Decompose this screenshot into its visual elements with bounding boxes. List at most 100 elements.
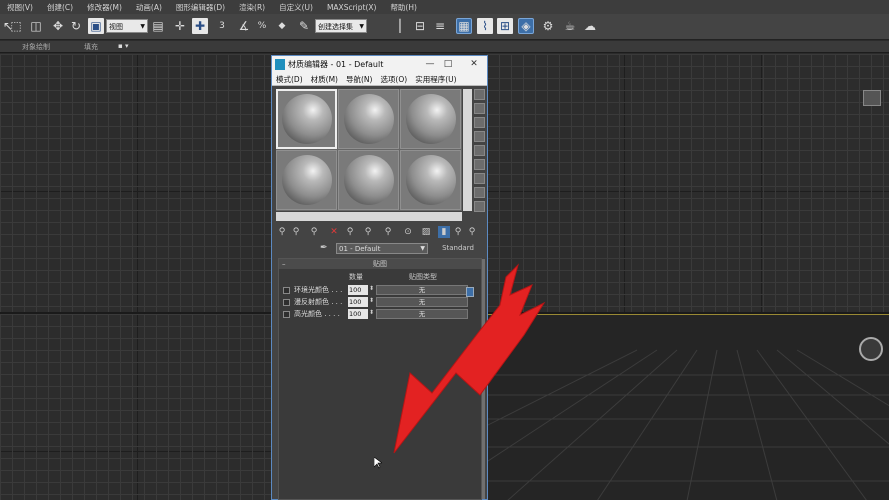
viewport-perspective[interactable] bbox=[487, 314, 889, 500]
dialog-titlebar[interactable]: 材质编辑器 - 01 - Default — □ ✕ bbox=[272, 56, 487, 73]
keyboard-shortcut-icon[interactable]: ✚ bbox=[192, 18, 208, 34]
viewcube-icon[interactable] bbox=[863, 90, 881, 106]
angle-snap-icon[interactable]: ∡ bbox=[236, 18, 252, 34]
menu-graph-editors[interactable]: 图形编辑器(D) bbox=[169, 2, 232, 13]
sample-slot[interactable] bbox=[338, 150, 399, 210]
material-tools-row: ⚲ ⚲ ⚲ ✕ ⚲ ⚲ ⚲ ⊙ ▨ ▮ ⚲ ⚲ bbox=[276, 226, 486, 240]
sample-slot[interactable] bbox=[338, 89, 399, 149]
menu-maxscript[interactable]: MAXScript(X) bbox=[320, 3, 383, 12]
spinner-snap-icon[interactable]: ◆ bbox=[274, 18, 290, 34]
select-by-material-icon[interactable] bbox=[474, 187, 485, 198]
snap-3d-icon[interactable]: 3 bbox=[214, 18, 230, 34]
map-amount-input[interactable]: 100 bbox=[348, 309, 368, 319]
material-editor-icon[interactable]: ◈ bbox=[518, 18, 534, 34]
backlight-icon[interactable] bbox=[474, 103, 485, 114]
menu-create[interactable]: 创建(C) bbox=[40, 2, 80, 13]
eyedropper-icon[interactable]: ✒ bbox=[320, 243, 328, 253]
sample-slot[interactable] bbox=[400, 150, 461, 210]
assign-to-selection-icon[interactable]: ⚲ bbox=[308, 226, 320, 238]
map-enable-checkbox[interactable] bbox=[283, 287, 290, 294]
minimize-icon[interactable]: — bbox=[422, 56, 438, 73]
schematic-view-icon[interactable]: ⊞ bbox=[497, 18, 513, 34]
spinner-icon[interactable]: ⬍ bbox=[369, 297, 374, 304]
menu-view[interactable]: 视图(V) bbox=[0, 2, 40, 13]
menu-rendering[interactable]: 渲染(R) bbox=[232, 2, 272, 13]
sample-slot[interactable] bbox=[276, 150, 337, 210]
material-name-field[interactable]: 01 - Default ▼ bbox=[336, 243, 428, 254]
video-color-check-icon[interactable] bbox=[474, 145, 485, 156]
sample-type-icon[interactable] bbox=[474, 89, 485, 100]
edit-named-sets-icon[interactable]: ✎ bbox=[296, 18, 312, 34]
show-end-result-icon[interactable]: ▮ bbox=[438, 226, 450, 238]
rect-select-icon[interactable]: ⬚ bbox=[8, 18, 24, 34]
select-manipulate-icon[interactable]: ✛ bbox=[172, 18, 188, 34]
reset-map-icon[interactable]: ✕ bbox=[328, 226, 340, 238]
make-unique-icon[interactable]: ⚲ bbox=[362, 226, 374, 238]
map-enable-checkbox[interactable] bbox=[283, 299, 290, 306]
curve-editor-icon[interactable]: ⌇ bbox=[477, 18, 493, 34]
map-slot-button[interactable]: 无 bbox=[376, 309, 468, 319]
dialog-menu-options[interactable]: 选项(O) bbox=[376, 74, 411, 85]
map-slot-button[interactable]: 无 bbox=[376, 297, 468, 307]
map-amount-input[interactable]: 100 bbox=[348, 285, 368, 295]
ribbon-toggle-icon[interactable]: ▪ ▾ bbox=[118, 42, 128, 50]
options-icon[interactable] bbox=[474, 173, 485, 184]
window-crossing-icon[interactable]: ◫ bbox=[28, 18, 44, 34]
get-material-icon[interactable]: ⚲ bbox=[276, 226, 288, 238]
show-in-viewport-icon[interactable]: ▨ bbox=[420, 226, 432, 238]
map-slot-button[interactable]: 无 bbox=[376, 285, 468, 295]
scene-explorer-icon[interactable]: ▦ bbox=[456, 18, 472, 34]
menu-animation[interactable]: 动画(A) bbox=[129, 2, 169, 13]
dialog-menu-modes[interactable]: 模式(D) bbox=[272, 74, 307, 85]
background-icon[interactable] bbox=[474, 117, 485, 128]
viewport-top[interactable] bbox=[0, 54, 271, 312]
material-type-button[interactable]: Standard bbox=[434, 243, 482, 254]
move-icon[interactable]: ✥ bbox=[50, 18, 66, 34]
uv-tiling-icon[interactable] bbox=[474, 131, 485, 142]
rotate-icon[interactable]: ↻ bbox=[68, 18, 84, 34]
go-forward-sibling-icon[interactable]: ⚲ bbox=[466, 226, 478, 238]
spinner-icon[interactable]: ⬍ bbox=[369, 285, 374, 292]
material-navigator-icon[interactable] bbox=[474, 201, 485, 212]
map-enable-checkbox[interactable] bbox=[283, 311, 290, 318]
menu-modifiers[interactable]: 修改器(M) bbox=[80, 2, 129, 13]
go-to-parent-icon[interactable]: ⚲ bbox=[452, 226, 464, 238]
named-selection-set[interactable]: 创建选择集 ▼ bbox=[315, 19, 367, 33]
mirror-icon[interactable]: ⎮ bbox=[392, 18, 408, 34]
viewport-front[interactable] bbox=[487, 54, 889, 312]
dialog-menu-navigation[interactable]: 导航(N) bbox=[342, 74, 376, 85]
put-to-library-icon[interactable]: ⚲ bbox=[382, 226, 394, 238]
align-icon[interactable]: ⊟ bbox=[412, 18, 428, 34]
maximize-icon[interactable]: □ bbox=[440, 56, 456, 73]
layer-manager-icon[interactable]: ≡ bbox=[432, 18, 448, 34]
viewport-left[interactable] bbox=[0, 314, 271, 500]
menu-help[interactable]: 帮助(H) bbox=[383, 2, 424, 13]
rendered-frame-icon[interactable]: ☕ bbox=[562, 18, 578, 34]
maps-scrollbar[interactable] bbox=[482, 259, 485, 499]
render-setup-icon[interactable]: ⚙ bbox=[540, 18, 556, 34]
tab-object-paint[interactable]: 对象绘制 bbox=[22, 42, 50, 52]
make-preview-icon[interactable] bbox=[474, 159, 485, 170]
slots-horizontal-scrollbar[interactable] bbox=[276, 212, 462, 221]
slots-vertical-scrollbar[interactable] bbox=[463, 89, 472, 211]
map-amount-input[interactable]: 100 bbox=[348, 297, 368, 307]
dialog-menu-utilities[interactable]: 实用程序(U) bbox=[411, 74, 460, 85]
percent-snap-icon[interactable]: % bbox=[254, 18, 270, 34]
sample-slot[interactable] bbox=[400, 89, 461, 149]
lock-icon[interactable] bbox=[466, 287, 474, 297]
sample-slot[interactable] bbox=[276, 89, 337, 149]
put-to-scene-icon[interactable]: ⚲ bbox=[290, 226, 302, 238]
tab-populate[interactable]: 填充 bbox=[84, 42, 98, 52]
maps-rollout-header[interactable]: – 贴图 bbox=[279, 259, 481, 269]
render-production-icon[interactable]: ☁ bbox=[582, 18, 598, 34]
scale-icon[interactable]: ▣ bbox=[88, 18, 104, 34]
menu-customize[interactable]: 自定义(U) bbox=[272, 2, 320, 13]
material-id-icon[interactable]: ⊙ bbox=[402, 226, 414, 238]
close-icon[interactable]: ✕ bbox=[466, 56, 482, 73]
dialog-menu-material[interactable]: 材质(M) bbox=[307, 74, 342, 85]
reference-coordinate-select[interactable]: 视图 ▼ bbox=[106, 19, 148, 33]
copy-material-icon[interactable]: ⚲ bbox=[344, 226, 356, 238]
spinner-icon[interactable]: ⬍ bbox=[369, 309, 374, 316]
viewcube-compass-icon[interactable] bbox=[859, 337, 883, 361]
pivot-icon[interactable]: ▤ bbox=[150, 18, 166, 34]
